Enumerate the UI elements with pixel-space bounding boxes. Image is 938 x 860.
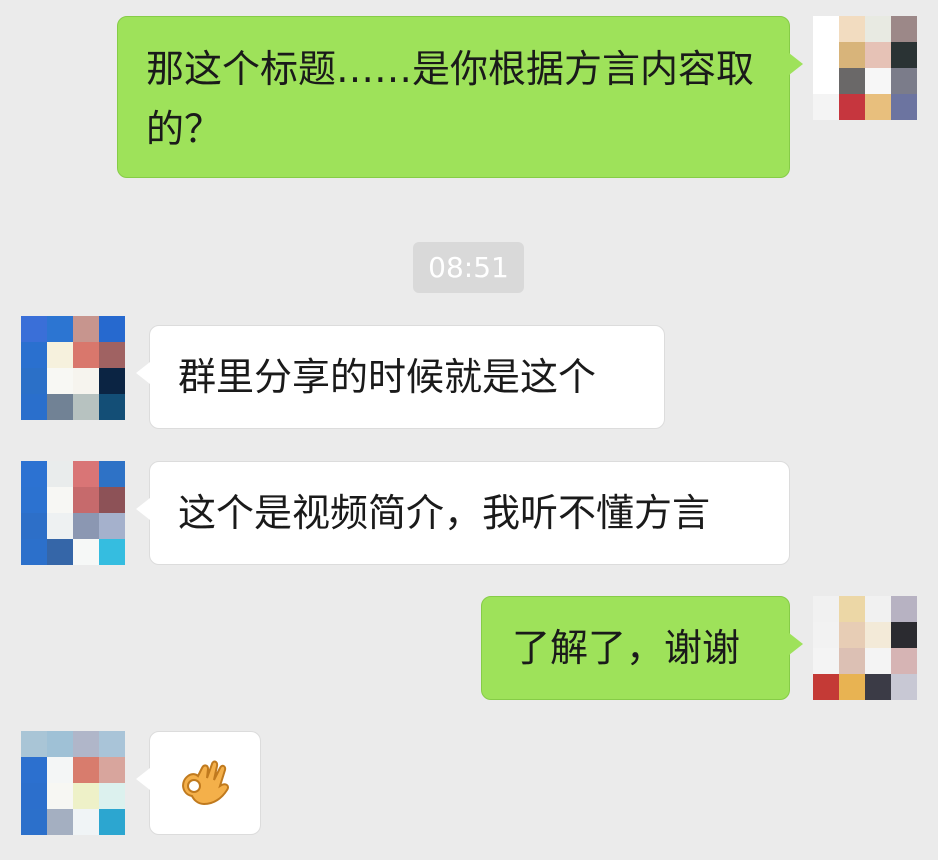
ok-hand-emoji-icon xyxy=(182,760,230,806)
contact-avatar[interactable] xyxy=(21,731,125,835)
message-bubble-sent[interactable]: 那这个标题……是你根据方言内容取的？ xyxy=(117,16,803,178)
my-avatar[interactable] xyxy=(813,16,917,120)
timestamp-label: 08:51 xyxy=(413,242,524,293)
message-bubble-received[interactable]: 这个是视频简介，我听不懂方言 xyxy=(136,461,790,565)
message-bubble-received[interactable] xyxy=(136,731,261,835)
message-text: 了解了，谢谢 xyxy=(512,626,741,670)
my-avatar[interactable] xyxy=(813,596,917,700)
message-bubble-sent[interactable]: 了解了，谢谢 xyxy=(481,596,803,700)
message-bubble-received[interactable]: 群里分享的时候就是这个 xyxy=(136,325,665,429)
message-text: 群里分享的时候就是这个 xyxy=(178,355,597,399)
contact-avatar[interactable] xyxy=(21,316,125,420)
contact-avatar[interactable] xyxy=(21,461,125,565)
message-text: 那这个标题……是你根据方言内容取的？ xyxy=(146,47,755,151)
message-text: 这个是视频简介，我听不懂方言 xyxy=(178,491,711,535)
